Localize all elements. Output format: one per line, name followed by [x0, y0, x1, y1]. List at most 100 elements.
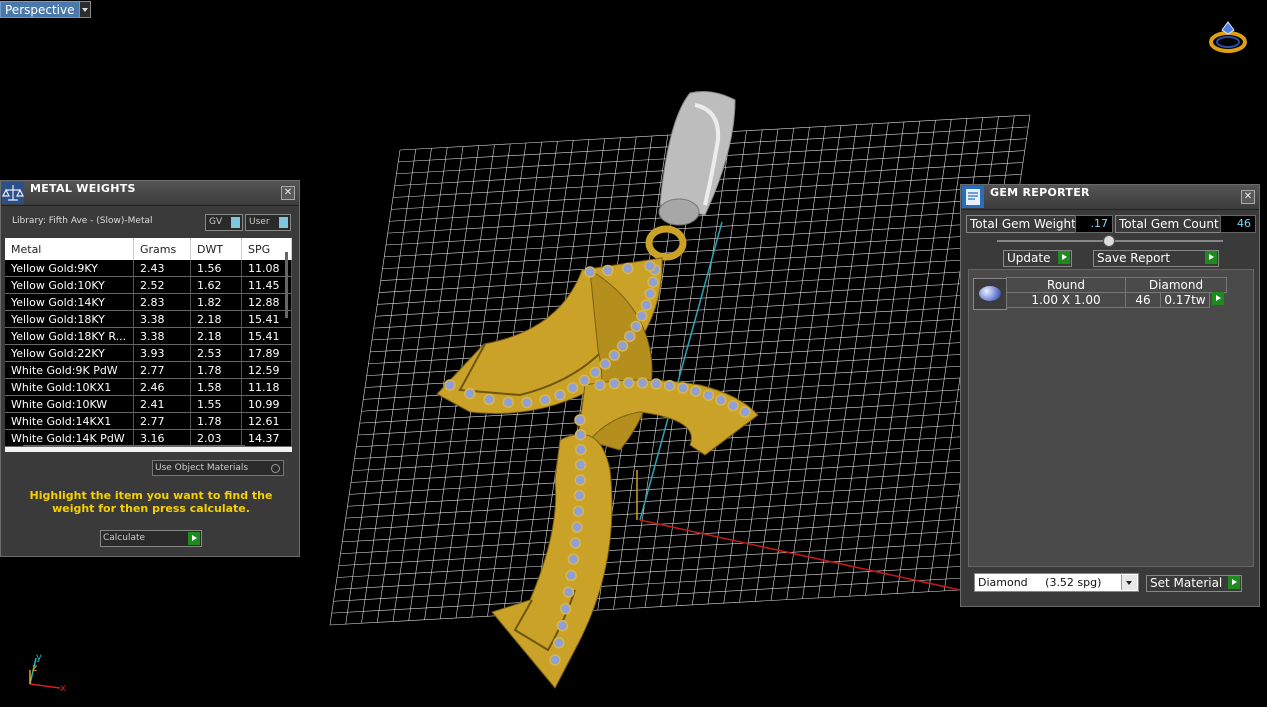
- update-label: Update: [1007, 251, 1051, 265]
- table-cell: 2.53: [190, 344, 242, 362]
- gem-stone: [574, 474, 586, 486]
- table-row[interactable]: Yellow Gold:9KY 2.43 1.56 11.08: [5, 260, 292, 277]
- table-row[interactable]: Yellow Gold:18KY R... 3.38 2.18 15.41: [5, 327, 292, 345]
- table-cell: White Gold:14KX1: [5, 412, 134, 430]
- slider-handle[interactable]: [1103, 235, 1115, 247]
- calculate-label: Calculate: [103, 533, 146, 543]
- user-toggle[interactable]: User: [245, 214, 291, 231]
- gem-stone: [539, 394, 551, 406]
- column-header[interactable]: Metal: [5, 238, 134, 260]
- gem-stone: [572, 505, 585, 517]
- metal-weights-panel: METAL WEIGHTS ✕ Library: Fifth Ave - (Sl…: [0, 180, 300, 557]
- update-button[interactable]: Update: [1003, 250, 1072, 267]
- gem-stone: [640, 299, 653, 311]
- table-row[interactable]: White Gold:10KX1 2.46 1.58 11.18: [5, 378, 292, 396]
- table-cell: Yellow Gold:22KY: [5, 344, 134, 362]
- close-icon[interactable]: ✕: [281, 186, 295, 200]
- table-cell: White Gold:14K PdW: [5, 429, 134, 447]
- gem-stone: [702, 389, 715, 402]
- chevron-down-icon[interactable]: [1121, 575, 1137, 590]
- table-cell: 12.61: [241, 412, 292, 430]
- metal-weights-titlebar[interactable]: METAL WEIGHTS ✕: [1, 181, 299, 206]
- table-cell: 11.18: [241, 378, 292, 396]
- cross-pendant[interactable]: [436, 91, 759, 689]
- gem-stone: [739, 406, 751, 418]
- gem-stone: [647, 276, 659, 288]
- gem-stone: [594, 379, 606, 391]
- table-cell: 12.59: [241, 361, 292, 379]
- gem-stone: [599, 358, 611, 370]
- table-cell: 3.16: [133, 429, 191, 447]
- vertical-scrollbar[interactable]: [285, 252, 288, 318]
- material-select[interactable]: Diamond (3.52 spg): [974, 573, 1139, 592]
- gem-stone: [689, 385, 702, 398]
- table-cell: 10.99: [241, 395, 292, 413]
- table-row[interactable]: White Gold:14KX1 2.77 1.78 12.61: [5, 412, 292, 430]
- table-cell: 3.93: [133, 344, 191, 362]
- metal-table[interactable]: Metal Grams DWT SPG Yellow Gold:9KY 2.43 1…: [5, 238, 292, 452]
- round-diamond-icon[interactable]: [973, 278, 1007, 310]
- save-report-button[interactable]: Save Report: [1093, 250, 1219, 267]
- column-header[interactable]: SPG: [241, 238, 292, 260]
- play-icon[interactable]: [1228, 576, 1240, 589]
- ring-logo-icon[interactable]: [1208, 20, 1248, 54]
- table-cell: 2.43: [133, 260, 191, 277]
- table-row[interactable]: White Gold:10KW 2.41 1.55 10.99: [5, 395, 292, 413]
- radio-icon[interactable]: [271, 464, 280, 473]
- table-cell: Yellow Gold:14KY: [5, 293, 134, 311]
- gem-stone: [559, 603, 572, 615]
- table-cell: 1.78: [190, 412, 242, 430]
- gem-list[interactable]: Round Diamond 1.00 X 1.00 46 0.17tw: [968, 269, 1254, 567]
- table-row[interactable]: Yellow Gold:18KY 3.38 2.18 15.41: [5, 310, 292, 328]
- column-header[interactable]: Grams: [133, 238, 191, 260]
- table-cell: Yellow Gold:18KY R...: [5, 327, 134, 345]
- table-row[interactable]: White Gold:9K PdW 2.77 1.78 12.59: [5, 361, 292, 379]
- play-icon[interactable]: [1058, 251, 1070, 264]
- gem-reporter-titlebar[interactable]: GEM REPORTER ✕: [961, 185, 1259, 210]
- gem-select-button[interactable]: [1210, 292, 1224, 307]
- calculate-button[interactable]: Calculate: [100, 530, 202, 547]
- axis-label-x: x: [60, 683, 66, 694]
- table-cell: Yellow Gold:10KY: [5, 276, 134, 294]
- column-header[interactable]: DWT: [190, 238, 242, 260]
- table-row[interactable]: Yellow Gold:14KY 2.83 1.82 12.88: [5, 293, 292, 311]
- table-row[interactable]: Yellow Gold:22KY 3.93 2.53 17.89: [5, 344, 292, 362]
- close-icon[interactable]: ✕: [1241, 190, 1255, 204]
- chevron-down-icon[interactable]: [79, 1, 91, 18]
- table-cell: 2.41: [133, 395, 191, 413]
- user-toggle-label: User: [249, 217, 270, 227]
- table-cell: White Gold:10KW: [5, 395, 134, 413]
- axis-label-z: z: [32, 663, 37, 674]
- set-material-button[interactable]: Set Material: [1146, 575, 1242, 592]
- gv-toggle[interactable]: GV: [205, 214, 243, 231]
- gem-stone: [573, 489, 586, 502]
- set-material-label: Set Material: [1150, 576, 1223, 590]
- total-gem-count-label: Total Gem Count: [1115, 215, 1221, 233]
- gem-size: 1.00 X 1.00: [1006, 292, 1126, 308]
- play-icon[interactable]: [188, 532, 200, 545]
- table-row[interactable]: White Gold:14K PdW 3.16 2.03 14.37: [5, 429, 292, 447]
- use-object-materials-option[interactable]: Use Object Materials: [152, 460, 284, 476]
- table-cell: 2.83: [133, 293, 191, 311]
- table-cell: 3.38: [133, 327, 191, 345]
- view-label: Perspective: [0, 1, 80, 18]
- view-dropdown[interactable]: Perspective: [0, 1, 91, 18]
- grid-line: [880, 119, 952, 595]
- table-cell: 11.45: [241, 276, 292, 294]
- table-cell: 3.38: [133, 310, 191, 328]
- table-header-row: Metal Grams DWT SPG: [5, 238, 292, 260]
- play-icon[interactable]: [1205, 251, 1217, 264]
- gem-stone: [565, 569, 577, 582]
- play-icon[interactable]: [1212, 292, 1224, 305]
- table-cell: 12.88: [241, 293, 292, 311]
- table-cell: 2.77: [133, 412, 191, 430]
- gem-stone: [608, 377, 621, 390]
- table-cell: 1.62: [190, 276, 242, 294]
- table-cell: 15.41: [241, 327, 292, 345]
- horizontal-scrollbar[interactable]: [23, 445, 245, 447]
- grid-line: [896, 118, 968, 594]
- gem-material: Diamond: [1125, 277, 1227, 293]
- table-row[interactable]: Yellow Gold:10KY 2.52 1.62 11.45: [5, 276, 292, 294]
- gem-stone: [444, 379, 456, 391]
- gem-stone: [635, 310, 648, 322]
